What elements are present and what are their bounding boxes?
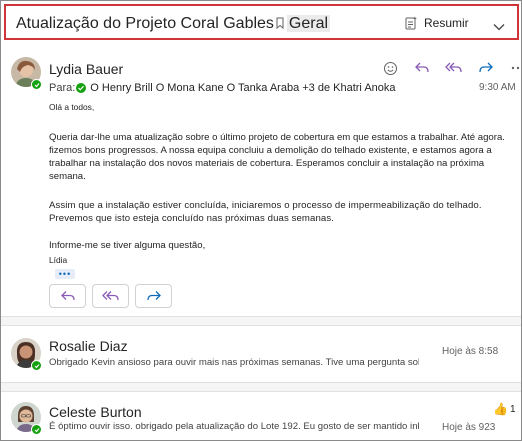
- smiley-icon: [383, 61, 397, 75]
- message-preview: É óptimo ouvir isso. obrigado pela atual…: [49, 421, 419, 432]
- message-collapsed[interactable]: Celeste Burton É óptimo ouvir isso. obri…: [1, 391, 521, 440]
- message-collapsed[interactable]: Rosalie Diaz Obrigado Kevin ansioso para…: [1, 325, 521, 383]
- reply-all-icon: [445, 62, 462, 73]
- emoji-reaction-button[interactable]: [381, 59, 399, 77]
- show-more-button[interactable]: •••: [55, 269, 75, 279]
- more-icon: [511, 66, 520, 70]
- quick-reply-button[interactable]: [49, 284, 86, 308]
- ellipsis-label: •••: [58, 269, 72, 279]
- to-label: Para:: [49, 82, 76, 94]
- sender-name: Celeste Burton: [49, 404, 142, 420]
- greeting: Olá a todos,: [49, 102, 95, 112]
- summarize-label: Resumir: [424, 16, 469, 30]
- conversation-subject: Atualização do Projeto Coral Gables Geral: [16, 15, 331, 33]
- message-time: Hoje às 8:58: [442, 346, 499, 357]
- message-actions: [381, 59, 521, 77]
- forward-button[interactable]: [477, 59, 495, 77]
- subject-text: Atualização do Projeto Coral Gables: [16, 15, 274, 32]
- summarize-icon: [405, 16, 417, 30]
- presence-indicator: [31, 360, 42, 371]
- sender-name: Rosalie Diaz: [49, 338, 128, 354]
- summarize-button[interactable]: Resumir: [404, 16, 469, 30]
- check-icon: [76, 83, 87, 93]
- conversation-header: Atualização do Projeto Coral Gables Geral…: [4, 4, 519, 40]
- message-time: Hoje às 923: [442, 422, 496, 433]
- reply-icon: [415, 62, 429, 73]
- forward-icon: [479, 62, 493, 73]
- closing-line: Informe-me se tiver alguma questão,: [49, 240, 206, 251]
- message-time: 9:30 AM: [479, 82, 516, 93]
- reaction-count: 1: [509, 403, 516, 415]
- reply-icon: [60, 291, 75, 301]
- expand-button[interactable]: [493, 18, 505, 36]
- thumbs-up-icon: 👍: [493, 402, 508, 416]
- reply-all-button[interactable]: [445, 59, 463, 77]
- quick-reply-all-button[interactable]: [92, 284, 129, 308]
- quick-forward-button[interactable]: [135, 284, 172, 308]
- body-paragraph-2: Assim que a instalação estiver concluída…: [49, 200, 482, 224]
- recipients-list[interactable]: O Henry Brill O Mona Kane O Tanka Araba …: [90, 82, 395, 94]
- signature: Lídia: [49, 255, 68, 265]
- check-icon: [34, 427, 39, 432]
- check-icon: [34, 363, 39, 368]
- presence-indicator: [31, 79, 42, 90]
- chevron-down-icon: [493, 24, 505, 31]
- message-expanded: Lydia Bauer Para: O Henry Brill O Mona K…: [1, 45, 521, 317]
- tag-icon: [276, 17, 284, 30]
- message-body: Olá a todos, Queria dar-lhe uma atualiza…: [49, 101, 509, 267]
- quick-reply-bar: [49, 284, 172, 308]
- presence-indicator: [31, 424, 42, 435]
- body-paragraph-1: Queria dar-lhe uma atualização sobre o ú…: [49, 132, 505, 182]
- sender-name[interactable]: Lydia Bauer: [49, 61, 123, 77]
- reply-all-icon: [101, 291, 119, 301]
- category-tag[interactable]: Geral: [286, 15, 331, 32]
- check-icon: [34, 82, 39, 87]
- reading-pane: Atualização do Projeto Coral Gables Geral…: [0, 0, 522, 441]
- recipients-line: Para: O Henry Brill O Mona Kane O Tanka …: [49, 82, 396, 94]
- message-preview: Obrigado Kevin ansioso para ouvir mais n…: [49, 357, 419, 368]
- forward-icon: [146, 291, 161, 301]
- separator: [1, 383, 521, 391]
- reaction-badge[interactable]: 👍 1: [493, 402, 516, 416]
- more-options-button[interactable]: [509, 59, 521, 77]
- reply-button[interactable]: [413, 59, 431, 77]
- separator: [1, 317, 521, 325]
